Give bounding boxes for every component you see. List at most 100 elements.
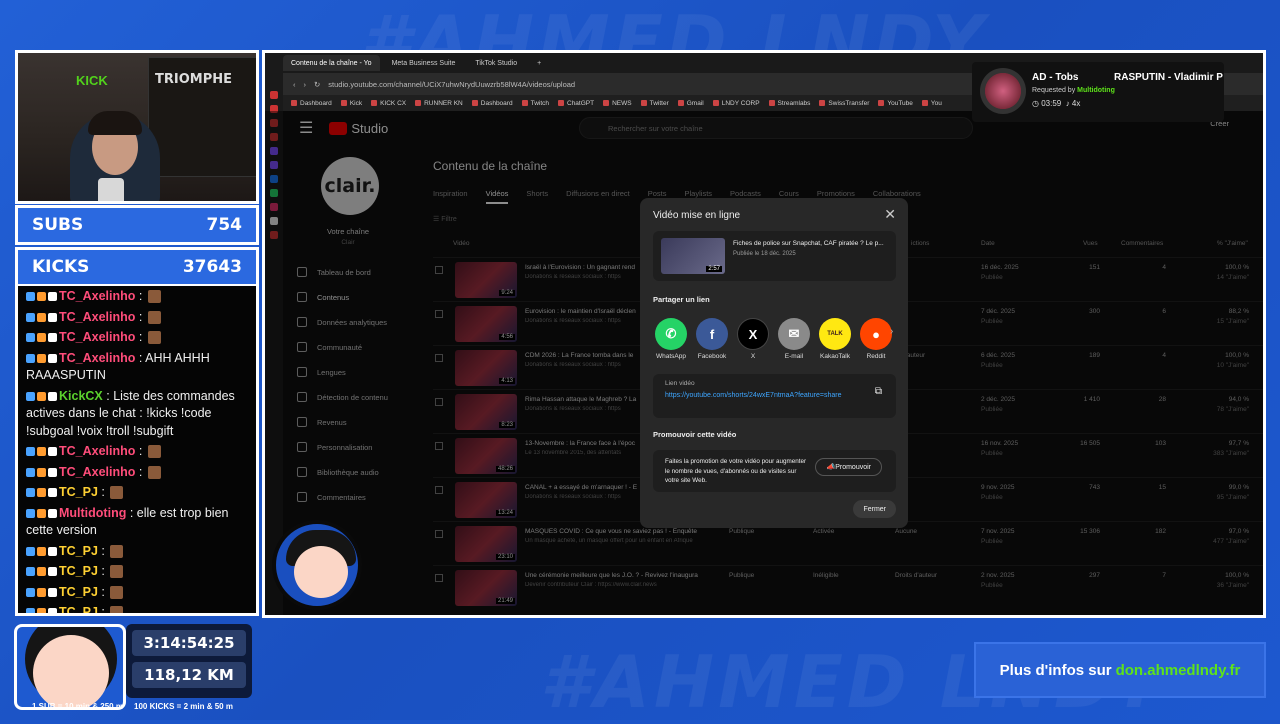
- reload-icon[interactable]: ↻: [314, 80, 320, 89]
- bookmark-item[interactable]: NEWS: [603, 100, 632, 107]
- badge-icon: [26, 391, 35, 401]
- share-kakaotalk-button[interactable]: TALK KakaoTalk: [819, 318, 851, 360]
- tab-meta[interactable]: Meta Business Suite: [384, 55, 464, 71]
- video-thumbnail[interactable]: 2:57: [661, 238, 725, 274]
- badge-icon: [37, 447, 46, 457]
- bookmark-item[interactable]: RUNNER KN: [415, 100, 463, 107]
- kicks-label: KICKS: [32, 257, 90, 277]
- album-art: [980, 68, 1026, 114]
- bookmark-item[interactable]: Kick: [341, 100, 362, 107]
- share-x-button[interactable]: XX: [737, 318, 769, 360]
- copy-icon[interactable]: ⧉: [875, 386, 882, 397]
- badge-icon: [37, 467, 46, 477]
- bookmark-item[interactable]: ChatGPT: [558, 100, 594, 107]
- badge-icon: [37, 546, 46, 556]
- chat-username[interactable]: TC_PJ: [59, 605, 98, 613]
- chevron-right-icon[interactable]: ›: [890, 326, 893, 337]
- share-label: E-mail: [784, 353, 804, 360]
- badge-icon: [26, 488, 35, 498]
- new-tab-button[interactable]: +: [529, 55, 549, 71]
- chat-username[interactable]: TC_Axelinho: [59, 465, 135, 479]
- tab-youtube-studio[interactable]: Contenu de la chaîne - Yo: [283, 55, 380, 71]
- bookmark-item[interactable]: KICK CX: [371, 100, 406, 107]
- bookmark-item[interactable]: Streamlabs: [769, 100, 811, 107]
- emote-icon: [147, 445, 161, 459]
- bookmark-item[interactable]: Dashboard: [472, 100, 513, 107]
- chat-username[interactable]: TC_Axelinho: [59, 444, 135, 458]
- bookmark-item[interactable]: You: [922, 100, 942, 107]
- emote-icon: [110, 544, 124, 558]
- chat-username[interactable]: TC_PJ: [59, 544, 98, 558]
- chat-username[interactable]: TC_PJ: [59, 485, 98, 499]
- video-link[interactable]: https://youtube.com/shorts/24wxE7ntmaA?f…: [665, 390, 855, 401]
- subathon-distance: 118,12 KM: [132, 662, 246, 688]
- subathon-panel: 3:14:54:25 118,12 KM: [126, 624, 252, 698]
- badge-icon: [37, 508, 46, 518]
- share-label: WhatsApp: [656, 353, 686, 360]
- badge-icon: [48, 488, 57, 498]
- badge-icon: [37, 488, 46, 498]
- tab-label: TikTok Studio: [475, 59, 518, 67]
- bookmark-item[interactable]: Dashboard: [291, 100, 332, 107]
- upload-share-dialog: Vidéo mise en ligne ✕ 2:57 Fiches de pol…: [640, 198, 908, 528]
- share-whatsapp-button[interactable]: ✆ WhatsApp: [655, 318, 687, 360]
- chat-username[interactable]: Multidoting: [59, 506, 126, 520]
- share-reddit-button[interactable]: ● Reddit: [860, 318, 892, 360]
- chat-message: KickCX : Liste des commandes actives dan…: [26, 388, 235, 438]
- bookmark-item[interactable]: Gmail: [678, 100, 704, 107]
- url-text[interactable]: studio.youtube.com/channel/UCiX7uhwNrydU…: [328, 80, 575, 89]
- chat-message: TC_PJ :: [26, 543, 250, 561]
- clock-icon: ◷: [1032, 99, 1042, 108]
- track-title-a: AD - Tobs: [1032, 72, 1079, 83]
- subathon-timer: 3:14:54:25: [132, 630, 246, 656]
- promote-text: Faites la promotion de votre vidéo pour …: [665, 458, 807, 484]
- mascot-logo: [14, 624, 126, 710]
- close-button[interactable]: Fermer: [853, 500, 896, 518]
- share-facebook-button[interactable]: f Facebook: [696, 318, 728, 360]
- chat-text: Liste des commandes actives dans le chat…: [26, 388, 235, 438]
- emote-icon: [147, 331, 161, 345]
- bookmark-item[interactable]: Twitch: [522, 100, 549, 107]
- badge-icon: [26, 353, 35, 363]
- forward-icon[interactable]: ›: [304, 80, 307, 89]
- tab-label: Contenu de la chaîne - Yo: [291, 59, 372, 67]
- tab-tiktok[interactable]: TikTok Studio: [467, 55, 525, 71]
- bookmark-item[interactable]: YouTube: [878, 100, 913, 107]
- badge-icon: [26, 587, 35, 597]
- share-options: ✆ WhatsApp f Facebook X X ✉ E-mail TALK KakaoTalk…: [655, 318, 892, 360]
- chat-username[interactable]: KickCX: [59, 389, 103, 403]
- tab-label: Meta Business Suite: [391, 59, 456, 67]
- chat-username[interactable]: TC_Axelinho: [59, 330, 135, 344]
- badge-icon: [26, 608, 35, 613]
- badge-icon: [37, 608, 46, 613]
- cam-kick-logo: KICK: [76, 73, 108, 88]
- chat-username[interactable]: TC_Axelinho: [59, 310, 135, 324]
- badge-icon: [48, 608, 57, 613]
- close-icon[interactable]: ✕: [884, 206, 896, 223]
- close-label: Fermer: [863, 505, 886, 513]
- subs-counter: SUBS 754: [15, 205, 259, 245]
- bookmark-item[interactable]: Twitter: [641, 100, 669, 107]
- track-meta: ◷ 03:59 ♪ 4x: [1032, 99, 1080, 108]
- chat-username[interactable]: TC_Axelinho: [59, 289, 135, 303]
- badge-icon: [48, 587, 57, 597]
- badge-icon: [26, 546, 35, 556]
- rule-kicks: 100 KICKS = 2 min & 50 m: [134, 702, 233, 711]
- badge-icon: [37, 391, 46, 401]
- chat-message: TC_Axelinho :: [26, 464, 250, 482]
- requested-by: Multidoting: [1077, 87, 1115, 94]
- chat-username[interactable]: TC_PJ: [59, 564, 98, 578]
- emote-icon: [147, 290, 161, 304]
- bookmark-item[interactable]: SwissTransfer: [819, 100, 869, 107]
- badge-icon: [48, 546, 57, 556]
- promote-button[interactable]: 📣 Promouvoir: [815, 458, 882, 476]
- subs-label: SUBS: [32, 215, 84, 235]
- back-icon[interactable]: ‹: [293, 80, 296, 89]
- chat-username[interactable]: TC_Axelinho: [59, 351, 135, 365]
- chat-username[interactable]: TC_PJ: [59, 585, 98, 599]
- badge-icon: [26, 312, 35, 322]
- share-email-button[interactable]: ✉ E-mail: [778, 318, 810, 360]
- subs-value: 754: [206, 215, 243, 235]
- badge-icon: [48, 333, 57, 343]
- bookmark-item[interactable]: LNDY CORP: [713, 100, 760, 107]
